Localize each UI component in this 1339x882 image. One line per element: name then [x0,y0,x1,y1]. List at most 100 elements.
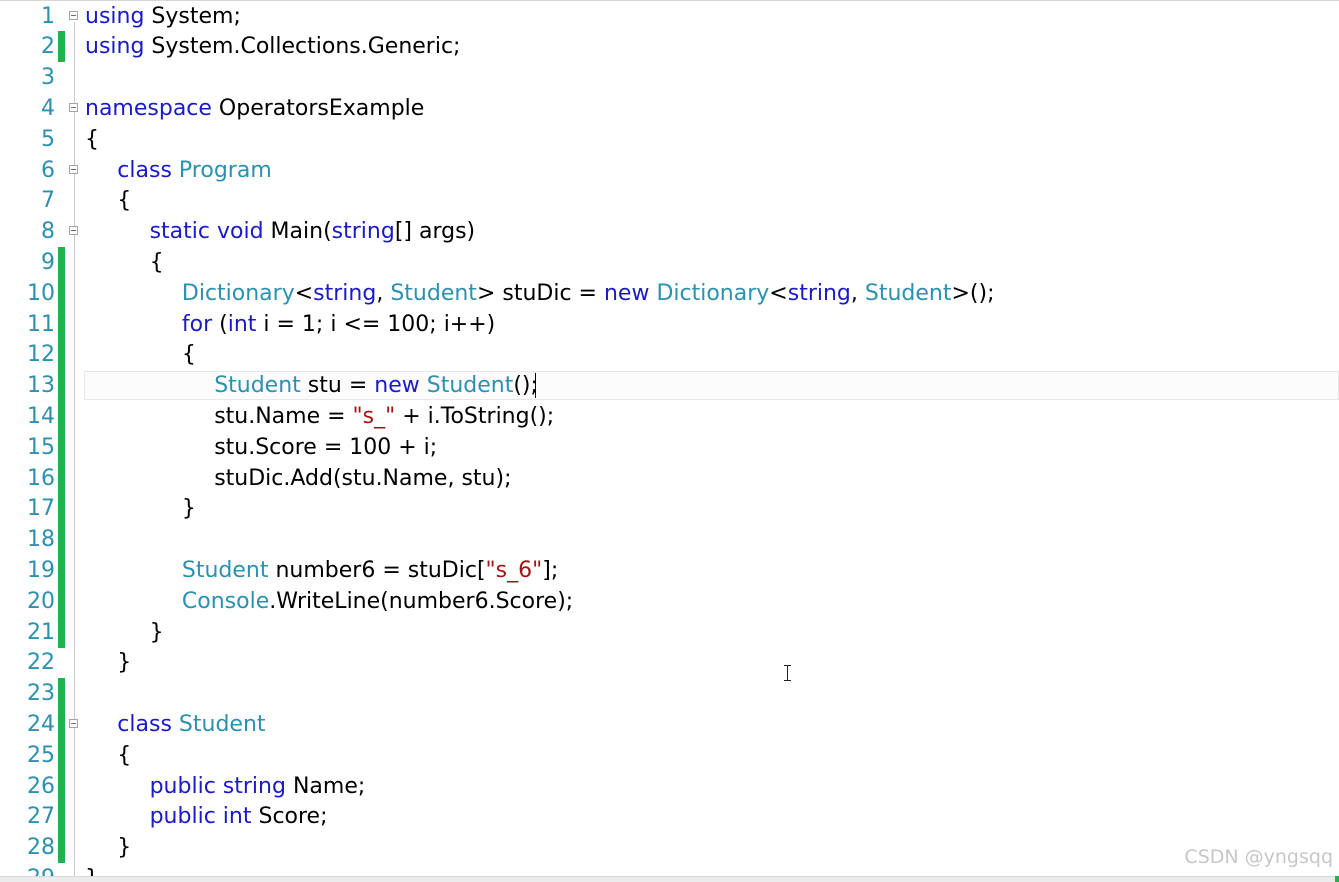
line-number: 8 [41,219,55,245]
code-line[interactable]: 10 Dictionary<string, Student> stuDic = n… [0,277,1339,309]
code-text[interactable]: { [117,740,131,771]
code-text[interactable]: } [117,647,131,678]
code-text[interactable]: } [182,493,196,524]
horizontal-scrollbar[interactable] [0,876,1339,882]
line-number: 9 [41,249,55,275]
line-number: 22 [27,650,55,676]
collapse-icon[interactable] [69,10,78,20]
code-token: stuDic.Add(stu.Name, stu); [214,465,512,491]
code-line[interactable]: 4 namespace OperatorsExample [0,93,1339,124]
code-token: Student [214,373,301,399]
change-marker [58,585,65,617]
line-number: 4 [41,95,55,121]
code-line[interactable]: 24 class Student [0,708,1339,740]
code-line[interactable]: 9{ [0,246,1339,278]
code-token: Student [390,280,477,306]
code-text[interactable]: stu.Name = "s_" + i.ToString(); [214,401,554,432]
code-token: int [227,311,257,337]
code-text[interactable]: Student stu = new Student(); [214,370,538,401]
change-marker [58,708,65,740]
code-token: public [149,773,216,799]
change-marker [58,832,65,864]
code-line[interactable]: 6 class Program [0,155,1339,186]
code-text[interactable]: } [150,617,164,648]
code-text[interactable]: } [117,832,131,863]
change-marker [58,493,65,525]
code-text[interactable]: public string Name; [150,771,366,802]
code-editor[interactable]: 1 using System; 2 using System.Collections.… [0,0,1339,882]
code-text[interactable]: class Program [117,155,271,186]
ibeam-cursor-icon [781,664,795,682]
code-line[interactable]: 8 static void Main(string[] args) [0,216,1339,247]
code-token: public [149,804,216,830]
collapse-icon[interactable] [69,102,78,112]
code-line[interactable]: 20 Console.WriteLine(number6.Score); [0,585,1339,617]
code-line[interactable]: 18 [0,524,1339,556]
code-line[interactable]: 21} [0,616,1339,648]
code-line[interactable]: 3 [0,62,1339,93]
line-number: 10 [27,280,55,306]
line-number: 11 [27,311,55,337]
code-line[interactable]: 7{ [0,185,1339,216]
code-token: "s_" [352,403,396,429]
code-text[interactable]: Console.WriteLine(number6.Score); [182,586,573,617]
code-line[interactable]: 22} [0,647,1339,678]
code-text[interactable]: { [150,247,164,278]
code-token: Student [178,711,266,737]
collapse-icon[interactable] [69,226,78,236]
collapse-icon[interactable] [69,164,78,174]
code-text[interactable]: { [182,339,196,370]
code-text[interactable]: for (int i = 1; i <= 100; i++) [182,309,495,340]
line-number: 1 [41,3,55,29]
code-text[interactable]: Dictionary<string, Student> stuDic = new… [182,278,995,309]
code-line[interactable]: 13 Student stu = new Student(); [0,370,1339,402]
code-token: new [603,280,650,306]
code-line[interactable]: 27 public int Score; [0,801,1339,833]
code-token: < [294,280,314,306]
code-token: { [117,188,132,214]
code-line[interactable]: 28} [0,832,1339,864]
code-token: + i.ToString(); [395,403,555,429]
code-text[interactable]: using System.Collections.Generic; [85,31,460,62]
code-text[interactable]: public int Score; [150,801,328,832]
code-token: string [222,773,286,799]
code-line[interactable]: 2 using System.Collections.Generic; [0,31,1339,63]
code-text[interactable]: class Student [117,709,265,740]
code-text[interactable]: static void Main(string[] args) [150,216,476,247]
line-number: 28 [27,835,55,861]
code-text[interactable]: using System; [85,1,241,32]
change-marker [58,462,65,494]
code-text[interactable]: { [117,185,131,216]
change-marker [58,678,65,710]
code-line[interactable]: 1 using System; [0,1,1339,32]
code-line[interactable]: 5{ [0,124,1339,155]
code-line[interactable]: 19 Student number6 = stuDic["s_6"]; [0,554,1339,586]
code-line[interactable]: 17} [0,493,1339,525]
code-line[interactable]: 23 [0,678,1339,710]
change-marker [58,770,65,802]
code-token: Student [864,280,952,306]
change-marker [58,524,65,556]
code-line[interactable]: 26 public string Name; [0,770,1339,802]
code-token: System.Collections.Generic; [144,34,461,60]
code-token: } [117,650,132,676]
change-marker [58,246,65,278]
code-text[interactable]: stu.Score = 100 + i; [214,432,437,463]
code-line[interactable]: 25 { [0,739,1339,771]
code-line[interactable]: 14 stu.Name = "s_" + i.ToString(); [0,400,1339,432]
code-text[interactable]: Student number6 = stuDic["s_6"]; [182,555,558,586]
line-number: 27 [27,804,55,830]
code-line[interactable]: 11 for (int i = 1; i <= 100; i++) [0,308,1339,340]
code-text[interactable]: { [85,124,99,155]
code-line[interactable]: 16 stuDic.Add(stu.Name, stu); [0,462,1339,494]
code-line[interactable]: 12 { [0,339,1339,371]
collapse-icon[interactable] [69,718,78,728]
code-token: } [117,835,132,861]
code-token: i = 1; i <= 100; i++) [256,311,496,337]
code-text[interactable]: namespace OperatorsExample [85,93,424,124]
code-line[interactable]: 15 stu.Score = 100 + i; [0,431,1339,463]
code-text[interactable]: stuDic.Add(stu.Name, stu); [214,463,511,494]
line-number: 14 [27,403,55,429]
